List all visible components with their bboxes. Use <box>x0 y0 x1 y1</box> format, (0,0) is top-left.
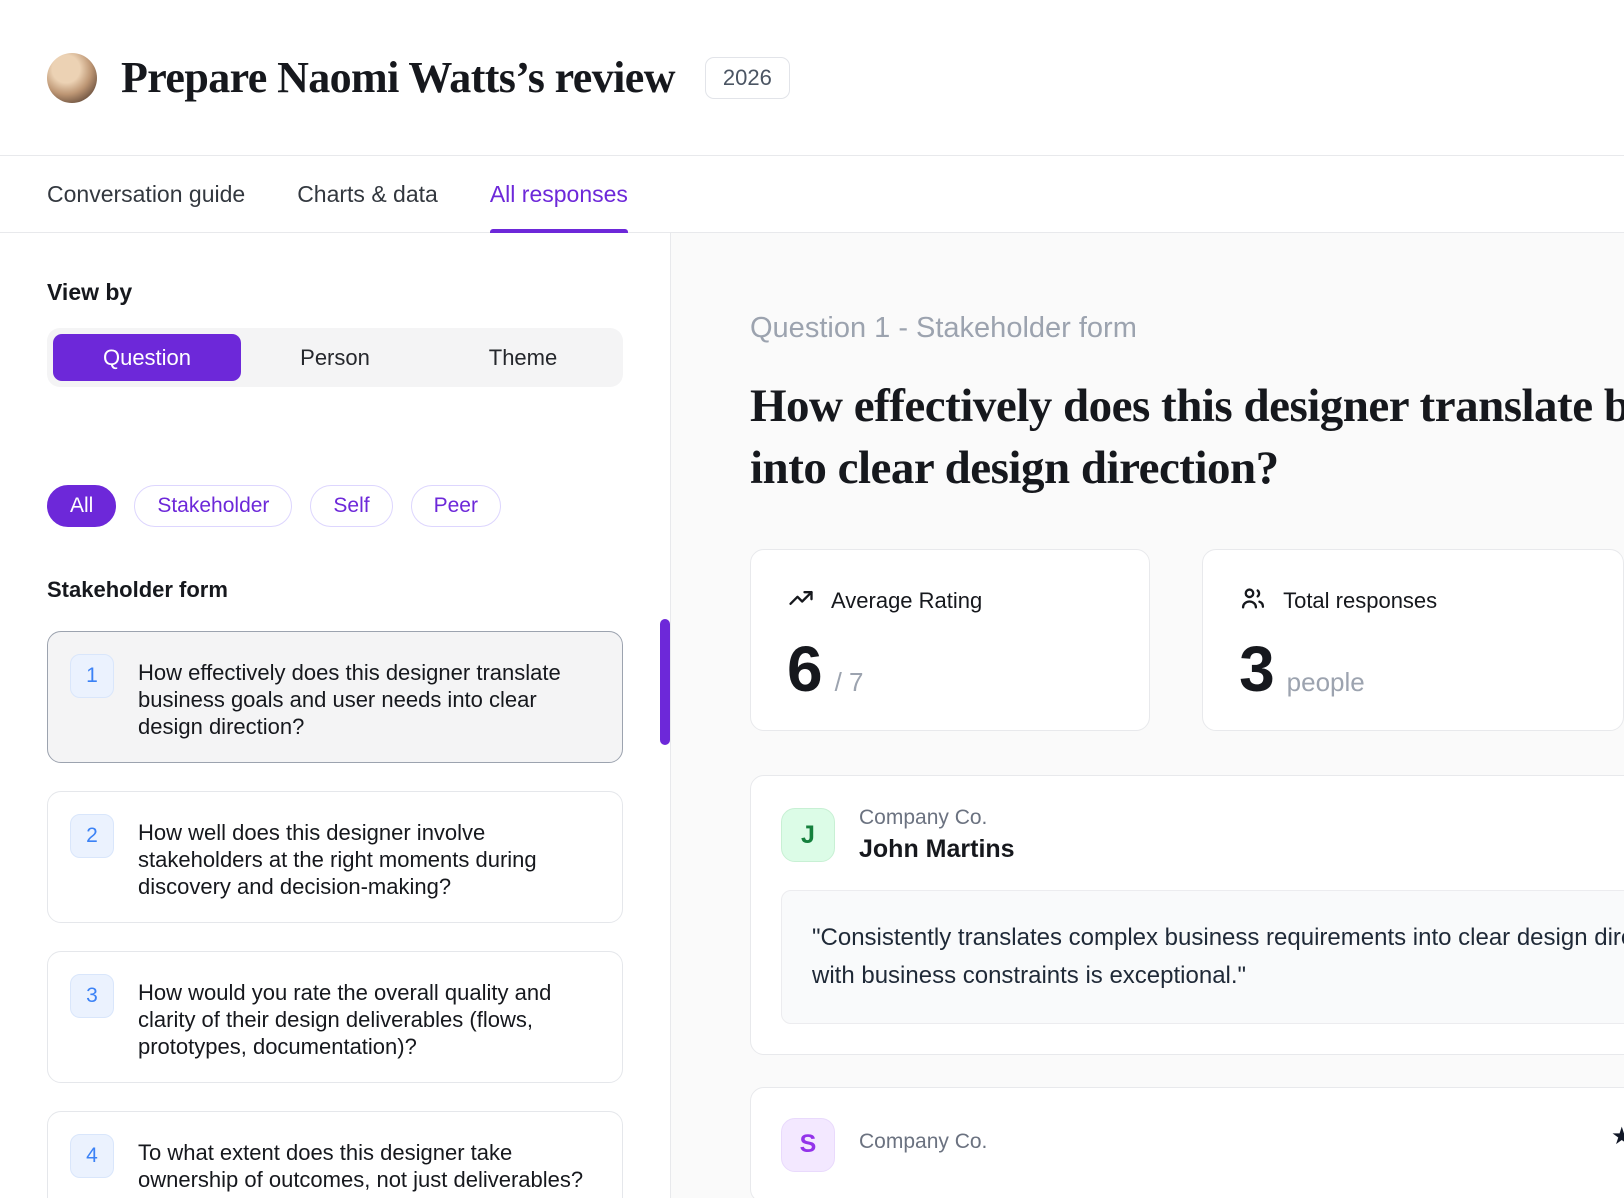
question-item-4[interactable]: 4 To what extent does this designer take… <box>47 1111 623 1198</box>
segment-person[interactable]: Person <box>241 334 429 381</box>
respondent-company: Company Co. <box>859 1130 987 1154</box>
avatar <box>47 53 97 103</box>
question-text: How effectively does this designer trans… <box>138 654 600 740</box>
question-context-label: Question 1 - Stakeholder form <box>750 312 1624 345</box>
tab-bar: Conversation guide Charts & data All res… <box>0 155 1624 233</box>
question-item-3[interactable]: 3 How would you rate the overall quality… <box>47 951 623 1083</box>
total-responses-value: 3 <box>1239 632 1275 706</box>
rating-star-icon: ★ <box>1611 1122 1624 1151</box>
filter-stakeholder[interactable]: Stakeholder <box>134 485 292 527</box>
average-rating-card: Average Rating 6 / 7 <box>750 549 1150 731</box>
question-title: How effectively does this designer trans… <box>750 375 1624 499</box>
average-rating-scale: / 7 <box>835 667 864 698</box>
question-number: 4 <box>70 1134 114 1178</box>
respondent-avatar: J <box>781 808 835 862</box>
filter-self[interactable]: Self <box>310 485 392 527</box>
tab-charts-data[interactable]: Charts & data <box>297 156 438 232</box>
stat-label: Average Rating <box>831 588 982 614</box>
question-text: How would you rate the overall quality a… <box>138 974 600 1060</box>
trending-up-icon <box>787 584 815 618</box>
stat-label: Total responses <box>1283 588 1437 614</box>
main-panel: Question 1 - Stakeholder form How effect… <box>671 233 1624 1198</box>
content-area: View by Question Person Theme All Stakeh… <box>0 233 1624 1198</box>
stats-row: Average Rating 6 / 7 <box>750 549 1624 731</box>
tab-conversation-guide[interactable]: Conversation guide <box>47 156 245 232</box>
question-number: 1 <box>70 654 114 698</box>
question-item-2[interactable]: 2 How well does this designer involve st… <box>47 791 623 923</box>
filter-all[interactable]: All <box>47 485 116 527</box>
respondent-name: John Martins <box>859 835 1015 864</box>
total-responses-unit: people <box>1287 667 1365 698</box>
segment-theme[interactable]: Theme <box>429 334 617 381</box>
people-icon <box>1239 584 1267 618</box>
question-item-1[interactable]: 1 How effectively does this designer tra… <box>47 631 623 763</box>
question-text: How well does this designer involve stak… <box>138 814 600 900</box>
segment-question[interactable]: Question <box>53 334 241 381</box>
total-responses-card: Total responses 3 people <box>1202 549 1624 731</box>
filter-peer[interactable]: Peer <box>411 485 501 527</box>
page: Prepare Naomi Watts’s review 2026 Conver… <box>0 0 1624 1198</box>
response-card-1: J Company Co. John Martins "Consistently… <box>750 775 1624 1055</box>
question-number: 2 <box>70 814 114 858</box>
year-badge: 2026 <box>705 57 790 99</box>
response-card-2: ★ S Company Co. <box>750 1087 1624 1198</box>
sidebar: View by Question Person Theme All Stakeh… <box>0 233 671 1198</box>
view-by-label: View by <box>47 279 623 306</box>
stakeholder-form-label: Stakeholder form <box>47 577 623 603</box>
respondent-company: Company Co. <box>859 806 1015 830</box>
question-text: To what extent does this designer take o… <box>138 1134 600 1193</box>
respondent-avatar: S <box>781 1118 835 1172</box>
tab-all-responses[interactable]: All responses <box>490 156 628 232</box>
header: Prepare Naomi Watts’s review 2026 <box>0 0 1624 155</box>
average-rating-value: 6 <box>787 632 823 706</box>
response-quote: "Consistently translates complex busines… <box>781 890 1624 1024</box>
question-number: 3 <box>70 974 114 1018</box>
scrollbar-thumb[interactable] <box>660 619 670 745</box>
filter-pills: All Stakeholder Self Peer <box>47 485 623 527</box>
page-title: Prepare Naomi Watts’s review <box>121 52 675 103</box>
view-mode-segmented-control: Question Person Theme <box>47 328 623 387</box>
